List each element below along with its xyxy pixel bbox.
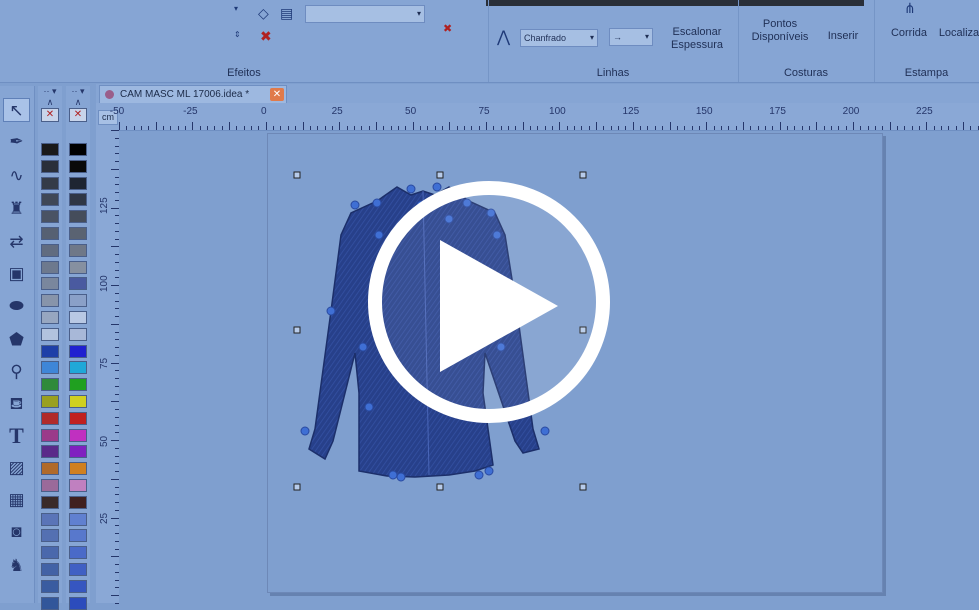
video-play-overlay[interactable] [0, 0, 979, 603]
